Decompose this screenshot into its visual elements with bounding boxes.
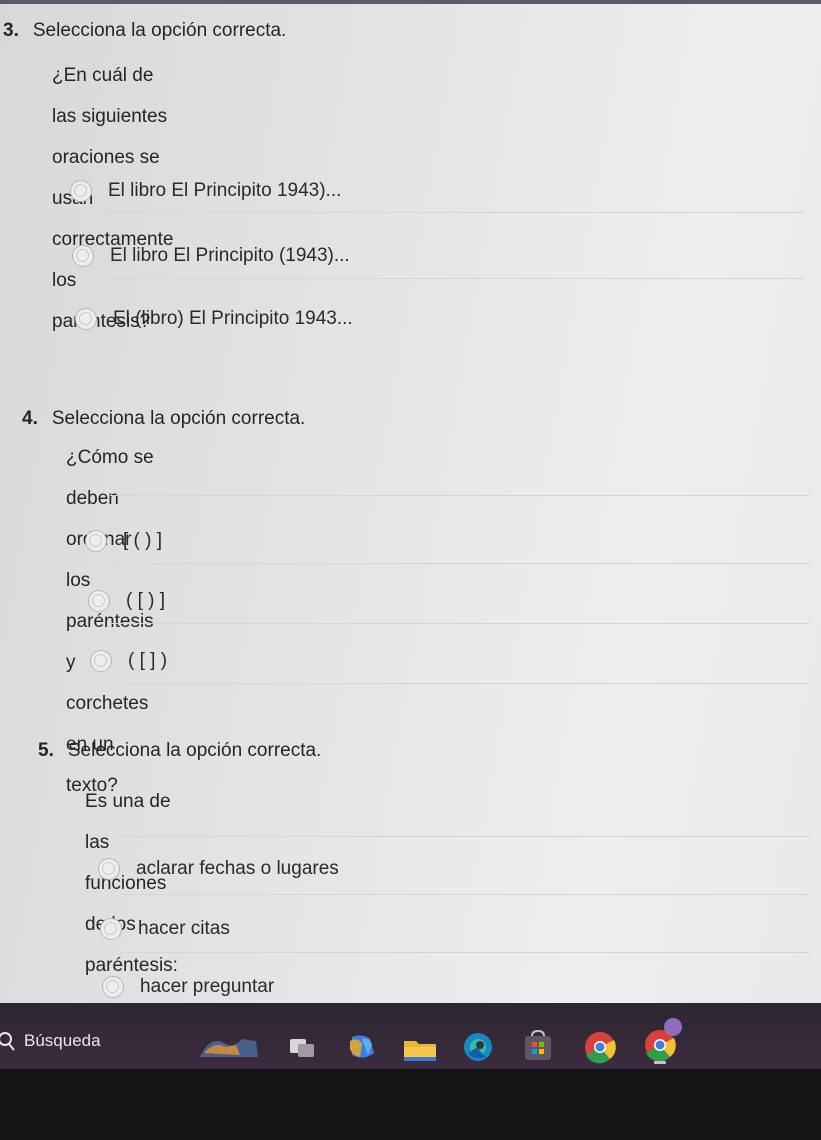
- divider: [110, 495, 810, 496]
- chrome-icon[interactable]: [582, 1029, 618, 1065]
- divider: [105, 212, 805, 213]
- divider: [120, 894, 810, 895]
- question-title-text: Selecciona la opción correcta.: [32, 20, 287, 41]
- option-label: El (libro) El Principito 1943...: [113, 308, 353, 329]
- option-3a[interactable]: El libro El Principito 1943)...: [70, 174, 341, 208]
- divider: [120, 952, 810, 953]
- search-label: Búsqueda: [24, 1031, 101, 1050]
- form-page: 3. Selecciona la opción correcta. ¿En cuá…: [0, 0, 821, 1005]
- copilot-icon[interactable]: [346, 1033, 376, 1061]
- question-title: 4. Selecciona la opción correcta.: [22, 408, 305, 430]
- taskbar: Búsqueda: [0, 1003, 821, 1069]
- taskbar-search[interactable]: Búsqueda: [0, 1031, 101, 1051]
- option-5b[interactable]: hacer citas: [100, 912, 230, 946]
- option-4a[interactable]: [ ( ) ]: [85, 524, 162, 558]
- option-label: ( [ ] ): [128, 650, 168, 671]
- task-view-icon[interactable]: [288, 1037, 318, 1059]
- option-label: hacer preguntar: [140, 976, 275, 997]
- divider: [110, 623, 810, 624]
- divider: [110, 683, 810, 684]
- option-4c[interactable]: ( [ ] ): [90, 644, 167, 678]
- option-label: aclarar fechas o lugares: [136, 858, 339, 879]
- question-number: 5.: [38, 740, 54, 761]
- browser-top-edge: [0, 0, 821, 4]
- option-label: hacer citas: [138, 918, 230, 939]
- radio-button[interactable]: [102, 976, 124, 998]
- option-label: [ ( ) ]: [123, 530, 163, 551]
- edge-icon[interactable]: [460, 1031, 496, 1063]
- option-label: El libro El Principito (1943)...: [110, 245, 350, 266]
- option-3b[interactable]: El libro El Principito (1943)...: [72, 239, 350, 273]
- search-icon: [0, 1032, 15, 1051]
- radio-button[interactable]: [75, 308, 97, 330]
- radio-button[interactable]: [85, 530, 107, 552]
- question-title: 3. Selecciona la opción correcta.: [3, 20, 286, 42]
- radio-button[interactable]: [70, 180, 92, 202]
- widgets-icon[interactable]: [196, 1031, 262, 1061]
- option-5c[interactable]: hacer preguntar: [102, 970, 274, 1004]
- radio-button[interactable]: [88, 590, 110, 612]
- question-title-text: Selecciona la opción correcta.: [67, 740, 322, 761]
- option-label: El libro El Principito 1943)...: [108, 180, 342, 201]
- radio-button[interactable]: [98, 858, 120, 880]
- option-3c[interactable]: El (libro) El Principito 1943...: [75, 302, 353, 336]
- divider: [105, 278, 805, 279]
- option-4b[interactable]: ( [ ) ]: [88, 584, 165, 618]
- divider: [120, 836, 810, 837]
- radio-button[interactable]: [72, 245, 94, 267]
- option-label: ( [ ) ]: [126, 590, 166, 611]
- file-explorer-icon[interactable]: [402, 1035, 438, 1063]
- question-number: 3.: [3, 20, 19, 41]
- radio-button[interactable]: [90, 650, 112, 672]
- radio-button[interactable]: [100, 918, 122, 940]
- store-icon[interactable]: [522, 1030, 554, 1062]
- chrome-profile-icon[interactable]: [640, 1015, 684, 1065]
- question-number: 4.: [22, 408, 38, 429]
- option-5a[interactable]: aclarar fechas o lugares: [98, 852, 339, 886]
- question-title: 5. Selecciona la opción correcta.: [38, 740, 321, 762]
- screen-bezel: [0, 1069, 821, 1140]
- divider: [110, 563, 810, 564]
- question-title-text: Selecciona la opción correcta.: [51, 408, 306, 429]
